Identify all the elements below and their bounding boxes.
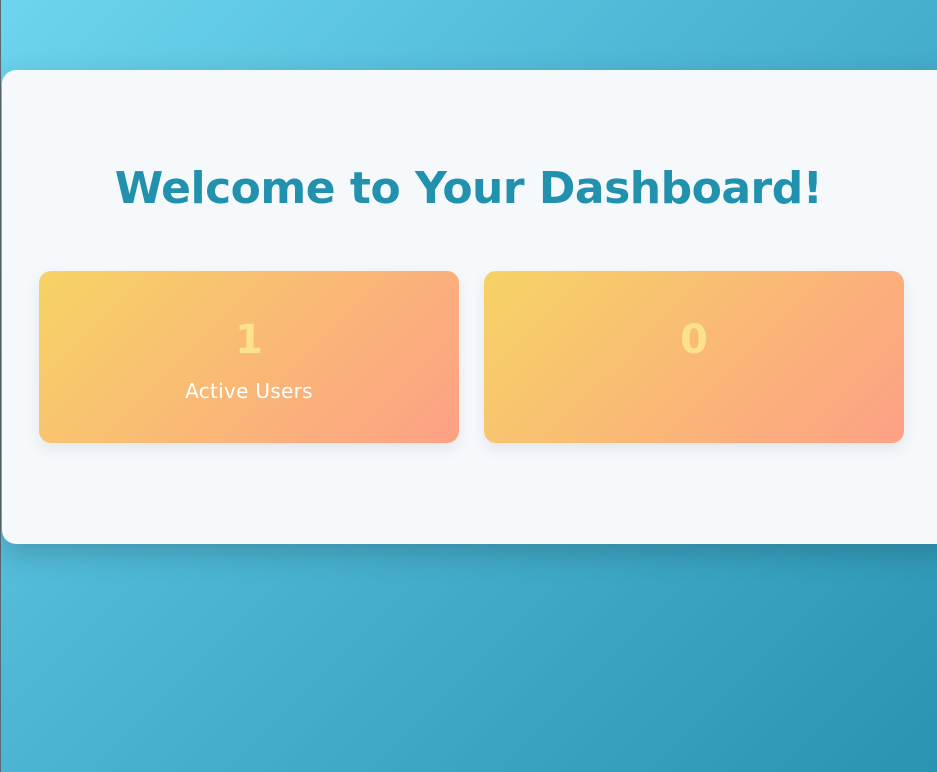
stat-value: 1 [235,317,263,363]
stat-label: Active Users [185,379,313,403]
stat-value: 0 [680,317,708,363]
page-title: Welcome to Your Dashboard! [114,163,823,214]
stat-card-active-users: 1 Active Users [39,271,459,443]
stat-card-secondary: 0 [484,271,904,443]
window-edge [0,0,1,772]
